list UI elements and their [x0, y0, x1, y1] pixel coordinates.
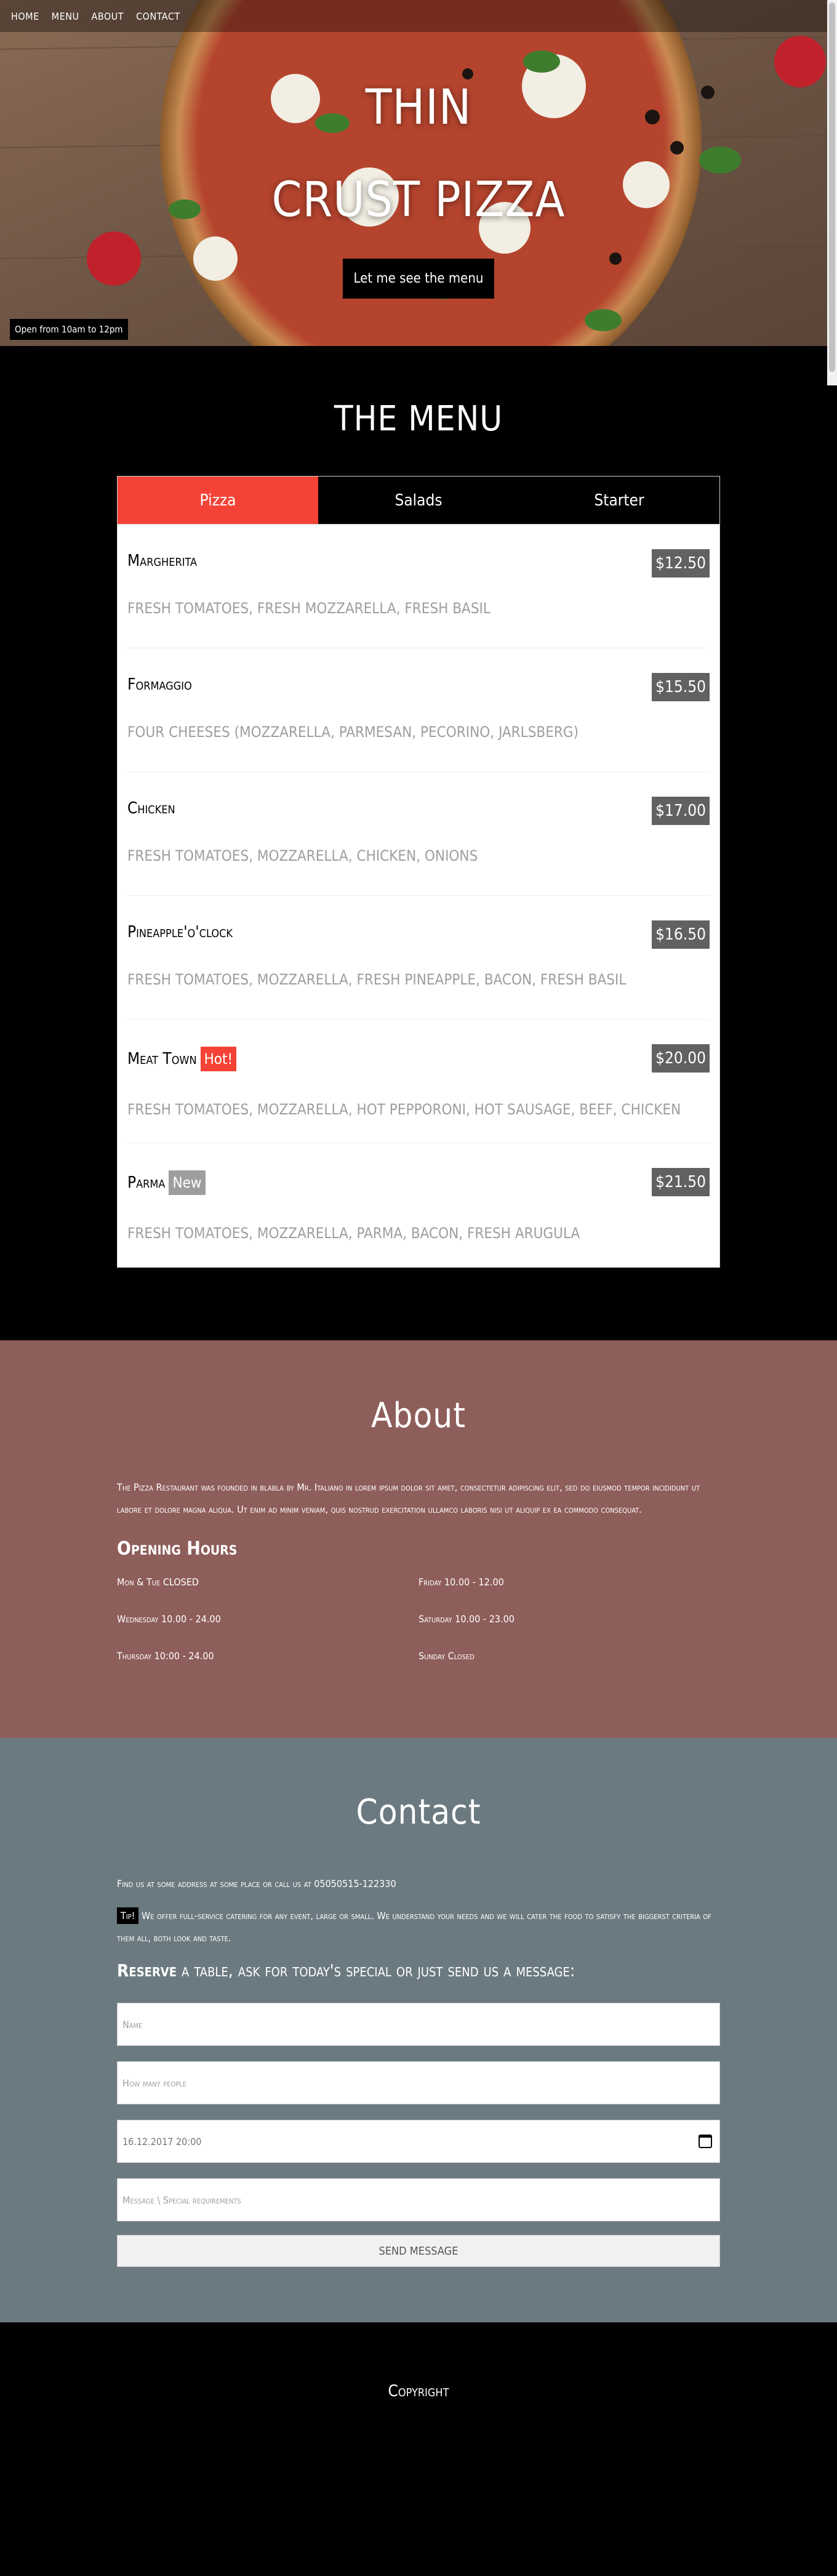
hours-entry: Friday 10.00 - 12.00 — [418, 1576, 504, 1588]
menu-item: Formaggio $15.50 Four cheeses (mozzarell… — [127, 648, 710, 772]
reserve-bold: Reserve — [117, 1960, 177, 1981]
name-field[interactable]: Name — [117, 2003, 720, 2046]
hero-section: Thin Crust Pizza Let me see the menu Ope… — [0, 0, 837, 346]
hero-title-line1: Thin — [365, 80, 472, 135]
menu-item: Chicken $17.00 Fresh tomatoes, mozzarell… — [127, 772, 710, 896]
catering-text: We offer full-service catering for any e… — [117, 1910, 711, 1944]
send-message-button[interactable]: SEND MESSAGE — [117, 2235, 720, 2267]
tab-starter[interactable]: Starter — [519, 477, 719, 524]
contact-form: Name How many people 16.12.2017 20:00 Me… — [117, 2003, 720, 2267]
hero-content: Thin Crust Pizza Let me see the menu — [0, 62, 837, 299]
nav-menu[interactable]: MENU — [46, 2, 86, 31]
item-name-text: Formaggio — [127, 675, 192, 694]
tip-badge: Tip! — [117, 1907, 139, 1924]
item-name-text: Parma — [127, 1173, 166, 1192]
price-badge: $17.00 — [652, 797, 710, 825]
price-badge: $15.50 — [652, 673, 710, 701]
hero-title-line2: Crust Pizza — [271, 172, 566, 228]
nav-contact[interactable]: CONTACT — [130, 2, 186, 31]
message-placeholder: Message \ Special requirements — [122, 2194, 241, 2206]
contact-title: Contact — [356, 1792, 481, 1832]
menu-card: Pizza Salads Starter Margherita $12.50 F… — [117, 476, 720, 1268]
hours-entry: Thursday 10:00 - 24.00 — [117, 1650, 214, 1662]
catering-paragraph: Tip! We offer full-service catering for … — [117, 1905, 720, 1949]
opening-hours-grid: Mon & Tue CLOSED Friday 10.00 - 12.00 We… — [117, 1573, 720, 1684]
menu-item-description: Four cheeses (mozzarella, parmesan, peco… — [127, 723, 579, 741]
menu-tabs: Pizza Salads Starter — [118, 477, 719, 525]
price-badge: $12.50 — [652, 549, 710, 578]
people-field[interactable]: How many people — [117, 2061, 720, 2104]
copyright-text: Copyright — [388, 2382, 449, 2401]
top-nav: HOME MENU ABOUT CONTACT — [0, 0, 837, 32]
item-name-text: Meat Town — [127, 1050, 197, 1068]
name-placeholder: Name — [122, 2018, 143, 2031]
price-badge: $16.50 — [652, 920, 710, 949]
contact-section: Contact Find us at some address at some … — [0, 1738, 837, 2322]
contact-address: Find us at some address at some place or… — [117, 1878, 396, 1890]
opening-hours-title: Opening Hours — [117, 1538, 238, 1560]
menu-item-name: Pineapple'o'clock — [127, 923, 710, 941]
menu-item-description: Fresh tomatoes, mozzarella, parma, bacon… — [127, 1225, 580, 1242]
menu-item-name: Chicken — [127, 799, 710, 818]
datetime-value: 16.12.2017 20:00 — [122, 2135, 202, 2147]
nav-home[interactable]: HOME — [5, 2, 46, 31]
hours-entry: Sunday Closed — [418, 1650, 475, 1662]
item-name-text: Pineapple'o'clock — [127, 923, 233, 941]
menu-item: Pineapple'o'clock $16.50 Fresh tomatoes,… — [127, 896, 710, 1020]
page-scrollbar[interactable] — [827, 0, 837, 385]
menu-item: Margherita $12.50 Fresh tomatoes, fresh … — [127, 525, 710, 648]
menu-item: Meat Town Hot! $20.00 Fresh tomatoes, moz… — [127, 1020, 710, 1143]
price-badge: $21.50 — [652, 1168, 710, 1196]
hours-entry: Wednesday 10.00 - 24.00 — [117, 1613, 221, 1625]
contact-text: Find us at some address at some place or… — [117, 1873, 720, 1949]
about-title: About — [371, 1396, 466, 1436]
item-name-text: Chicken — [127, 799, 175, 818]
hours-entry: Mon & Tue CLOSED — [117, 1576, 199, 1588]
about-section: About The Pizza Restaurant was founded i… — [0, 1340, 837, 1738]
about-text: The Pizza Restaurant was founded in blab… — [117, 1481, 700, 1515]
tab-salads[interactable]: Salads — [318, 477, 519, 524]
scrollbar-thumb[interactable] — [829, 2, 835, 372]
menu-item-description: Fresh tomatoes, fresh mozzarella, fresh … — [127, 600, 491, 617]
menu-item-name: Parma New — [127, 1170, 710, 1195]
hours-entry: Saturday 10.00 - 23.00 — [418, 1613, 515, 1625]
menu-item-name: Margherita — [127, 552, 710, 570]
menu-item-name: Formaggio — [127, 675, 710, 694]
new-tag: New — [169, 1170, 206, 1195]
calendar-icon[interactable] — [699, 2135, 712, 2148]
people-placeholder: How many people — [122, 2077, 187, 2089]
menu-item-description: Fresh tomatoes, mozzarella, chicken, oni… — [127, 847, 478, 864]
menu-items: Margherita $12.50 Fresh tomatoes, fresh … — [118, 525, 719, 1267]
menu-section: THE MENU Pizza Salads Starter Margherita… — [0, 346, 837, 1340]
menu-item: Parma New $21.50 Fresh tomatoes, mozzarel… — [127, 1143, 710, 1267]
tab-pizza[interactable]: Pizza — [118, 477, 318, 524]
opening-hours-badge: Open from 10am to 12pm — [10, 319, 128, 340]
see-menu-button[interactable]: Let me see the menu — [342, 259, 495, 299]
nav-about[interactable]: ABOUT — [86, 2, 130, 31]
menu-item-description: Fresh tomatoes, mozzarella, hot pepporon… — [127, 1101, 681, 1118]
menu-item-description: Fresh tomatoes, mozzarella, fresh pineap… — [127, 971, 627, 988]
price-badge: $20.00 — [652, 1044, 710, 1073]
datetime-field[interactable]: 16.12.2017 20:00 — [117, 2120, 720, 2163]
reserve-rest: a table, ask for today's special or just… — [182, 1960, 575, 1981]
hot-tag: Hot! — [200, 1047, 237, 1071]
message-field[interactable]: Message \ Special requirements — [117, 2178, 720, 2221]
reserve-heading: Reserve a table, ask for today's special… — [117, 1960, 720, 1981]
footer: Copyright — [0, 2322, 837, 2460]
menu-title: THE MENU — [334, 399, 503, 439]
hero-title: Thin Crust Pizza — [0, 62, 837, 246]
menu-item-name: Meat Town Hot! — [127, 1047, 710, 1071]
item-name-text: Margherita — [127, 552, 198, 570]
